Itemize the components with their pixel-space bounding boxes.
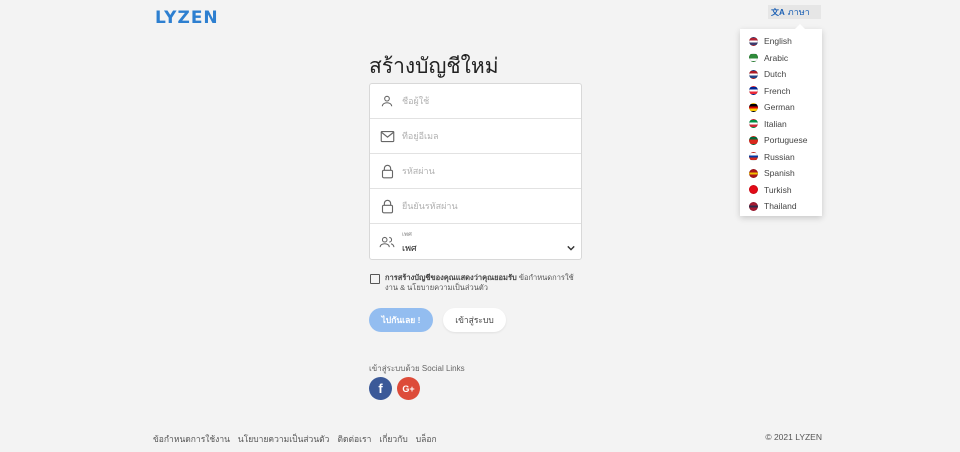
language-option-label: Spanish bbox=[764, 168, 795, 179]
footer-link-privacy[interactable]: นโยบายความเป็นส่วนตัว bbox=[238, 432, 330, 446]
username-input[interactable] bbox=[402, 96, 562, 106]
language-option-label: German bbox=[764, 102, 795, 113]
google-plus-login-button[interactable]: G+ bbox=[397, 377, 420, 400]
terms-agreement: การสร้างบัญชีของคุณแสดงว่าคุณยอมรับ ข้อก… bbox=[370, 273, 585, 293]
email-input[interactable] bbox=[402, 131, 562, 141]
language-option-english[interactable]: English bbox=[740, 33, 822, 50]
language-button[interactable]: 文A ภาษา bbox=[768, 5, 821, 19]
flag-icon bbox=[749, 152, 758, 162]
gender-value: เพศ bbox=[402, 243, 417, 253]
language-option-turkish[interactable]: Turkish bbox=[740, 182, 822, 199]
chevron-down-icon bbox=[567, 238, 575, 256]
language-option-label: Russian bbox=[764, 151, 795, 162]
language-option-thailand[interactable]: Thailand bbox=[740, 198, 822, 215]
language-option-label: Arabic bbox=[764, 52, 789, 63]
copyright: © 2021 LYZEN bbox=[765, 432, 822, 442]
page-title: สร้างบัญชีใหม่ bbox=[369, 54, 499, 78]
lock-icon bbox=[370, 199, 402, 214]
footer-link-blog[interactable]: บล็อก bbox=[416, 432, 437, 446]
language-option-spanish[interactable]: Spanish bbox=[740, 165, 822, 182]
footer-link-about[interactable]: เกี่ยวกับ bbox=[379, 432, 407, 446]
email-row bbox=[370, 119, 581, 154]
language-option-label: Dutch bbox=[764, 69, 787, 80]
language-option-german[interactable]: German bbox=[740, 99, 822, 116]
terms-text-bold: การสร้างบัญชีของคุณแสดงว่าคุณยอมรับ bbox=[385, 273, 517, 282]
confirm-password-row bbox=[370, 189, 581, 224]
language-option-dutch[interactable]: Dutch bbox=[740, 66, 822, 83]
footer-link-contact[interactable]: ติดต่อเรา bbox=[337, 432, 371, 446]
language-option-label: Thailand bbox=[764, 201, 797, 212]
flag-icon bbox=[749, 53, 758, 63]
flag-icon bbox=[749, 168, 758, 178]
language-button-label: ภาษา bbox=[787, 7, 810, 17]
confirm-password-input[interactable] bbox=[402, 201, 562, 211]
flag-icon bbox=[749, 36, 758, 46]
language-option-french[interactable]: French bbox=[740, 83, 822, 100]
flag-icon bbox=[749, 201, 758, 211]
google-plus-icon: G+ bbox=[402, 383, 415, 394]
lock-icon bbox=[370, 164, 402, 179]
language-option-italian[interactable]: Italian bbox=[740, 116, 822, 133]
flag-icon bbox=[749, 86, 758, 96]
submit-button[interactable]: ไปกันเลย ! bbox=[369, 308, 433, 332]
language-option-label: Portuguese bbox=[764, 135, 808, 146]
translate-icon: 文A bbox=[771, 7, 785, 17]
footer-link-terms[interactable]: ข้อกำหนดการใช้งาน bbox=[153, 432, 230, 446]
language-dropdown: English Arabic Dutch French German Italian Por… bbox=[740, 24, 822, 216]
login-button[interactable]: เข้าสู่ระบบ bbox=[443, 308, 506, 332]
flag-icon bbox=[749, 69, 758, 79]
user-icon bbox=[370, 94, 402, 108]
gender-select[interactable]: เพศ เพศ bbox=[370, 224, 581, 260]
flag-icon bbox=[749, 119, 758, 129]
password-input[interactable] bbox=[402, 166, 562, 176]
signup-form: เพศ เพศ bbox=[369, 83, 582, 260]
logo[interactable]: LYZEN bbox=[155, 8, 219, 28]
flag-icon bbox=[749, 185, 758, 195]
terms-text: การสร้างบัญชีของคุณแสดงว่าคุณยอมรับ ข้อก… bbox=[385, 273, 585, 293]
language-option-label: Italian bbox=[764, 118, 787, 129]
language-option-russian[interactable]: Russian bbox=[740, 149, 822, 166]
password-row bbox=[370, 154, 581, 189]
language-option-label: French bbox=[764, 85, 791, 96]
flag-icon bbox=[749, 102, 758, 112]
social-login-label: เข้าสู่ระบบด้วย Social Links bbox=[369, 364, 465, 373]
language-option-portuguese[interactable]: Portuguese bbox=[740, 132, 822, 149]
username-row bbox=[370, 84, 581, 119]
footer-links: ข้อกำหนดการใช้งาน นโยบายความเป็นส่วนตัว … bbox=[153, 432, 437, 446]
language-option-label: Turkish bbox=[764, 184, 792, 195]
flag-icon bbox=[749, 135, 758, 145]
terms-checkbox[interactable] bbox=[370, 274, 380, 284]
language-option-label: English bbox=[764, 36, 792, 47]
facebook-icon: f bbox=[378, 381, 383, 396]
gender-label: เพศ bbox=[402, 232, 412, 238]
mail-icon bbox=[370, 130, 402, 143]
language-option-arabic[interactable]: Arabic bbox=[740, 50, 822, 67]
facebook-login-button[interactable]: f bbox=[369, 377, 392, 400]
users-icon bbox=[370, 235, 402, 249]
